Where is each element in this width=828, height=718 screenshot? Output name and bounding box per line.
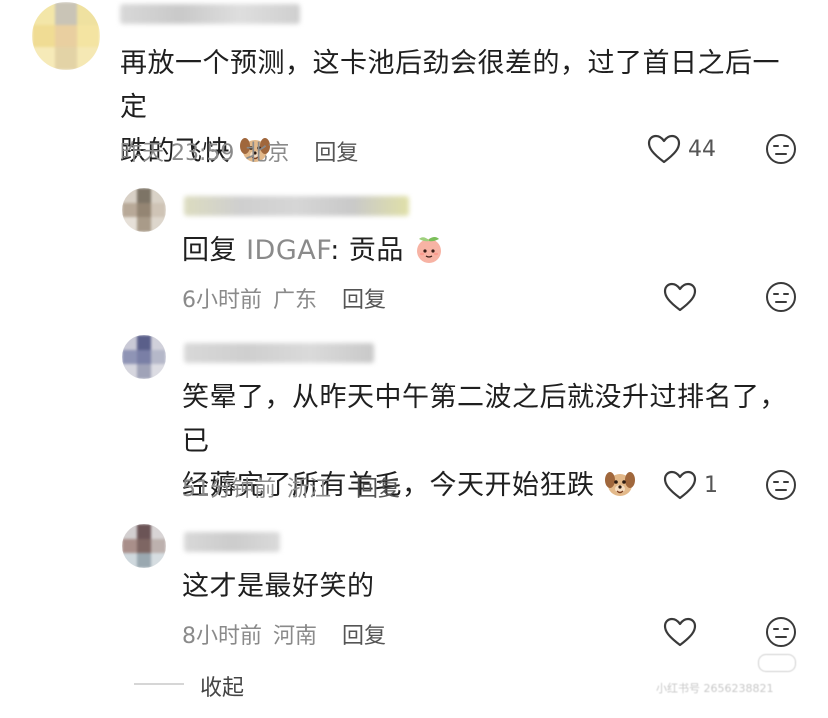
watermark-logo <box>758 654 796 672</box>
reply-meta: 8小时前 河南 回复 <box>182 618 386 650</box>
watermark-text: 小红书号 2656238821 <box>656 682 774 695</box>
reply-location: 广东 <box>273 288 318 313</box>
collapse-button[interactable]: 收起 <box>200 670 244 702</box>
neutral-face-icon <box>766 134 796 164</box>
heart-icon <box>663 617 697 647</box>
reply-meta: 6小时前 广东 回复 <box>182 282 386 314</box>
reply-meta: 51分钟前 浙江 回复 <box>182 471 400 503</box>
like-button[interactable] <box>662 469 698 501</box>
username-blurred[interactable] <box>184 196 409 216</box>
avatar[interactable] <box>122 335 166 379</box>
reply-button[interactable]: 回复 <box>356 477 400 502</box>
username-blurred[interactable] <box>184 343 374 363</box>
comment-location: 北京 <box>245 141 290 166</box>
username-blurred[interactable] <box>120 4 300 24</box>
dislike-button[interactable] <box>765 469 797 501</box>
reply-location: 河南 <box>273 624 318 649</box>
reply-button[interactable]: 回复 <box>314 141 358 166</box>
heart-icon <box>647 134 681 164</box>
neutral-face-icon <box>766 617 796 647</box>
reply-location: 浙江 <box>287 477 332 502</box>
dislike-button[interactable] <box>765 616 797 648</box>
comment-meta: 昨天 23:59 北京 回复 <box>120 135 358 167</box>
reply-text-line: 笑晕了，从昨天中午第二波之后就没升过排名了，已 <box>182 382 787 457</box>
like-count: 44 <box>688 137 716 162</box>
dog-emoji-icon <box>595 470 636 501</box>
dislike-button[interactable] <box>765 133 797 165</box>
neutral-face-icon <box>766 470 796 500</box>
reply-button[interactable]: 回复 <box>342 624 386 649</box>
reply-text: 这才是最好笑的 <box>182 565 375 609</box>
reply-text: 回复 IDGAF: 贡品 <box>182 229 445 273</box>
avatar[interactable] <box>122 188 166 232</box>
neutral-face-icon <box>766 282 796 312</box>
heart-icon <box>663 470 697 500</box>
like-count: 1 <box>704 473 718 498</box>
heart-icon <box>663 282 697 312</box>
like-button[interactable] <box>662 616 698 648</box>
avatar[interactable] <box>32 2 100 70</box>
reply-text-line: 这才是最好笑的 <box>182 571 375 602</box>
dislike-button[interactable] <box>765 281 797 313</box>
reply-time: 8小时前 <box>182 624 262 649</box>
peach-emoji-icon <box>404 235 445 266</box>
collapse-divider <box>134 683 184 685</box>
comment-time: 昨天 23:59 <box>120 141 235 166</box>
reply-body: : 贡品 <box>330 235 404 266</box>
reply-prefix: 回复 <box>182 235 237 266</box>
reply-time: 6小时前 <box>182 288 262 313</box>
reply-button[interactable]: 回复 <box>342 288 386 313</box>
reply-time: 51分钟前 <box>182 477 276 502</box>
username-blurred[interactable] <box>184 532 280 552</box>
like-button[interactable] <box>662 281 698 313</box>
like-button[interactable] <box>646 133 682 165</box>
mention-link[interactable]: IDGAF <box>246 235 330 266</box>
comment-text-line: 再放一个预测，这卡池后劲会很差的，过了首日之后一定 <box>120 48 780 123</box>
avatar[interactable] <box>122 524 166 568</box>
